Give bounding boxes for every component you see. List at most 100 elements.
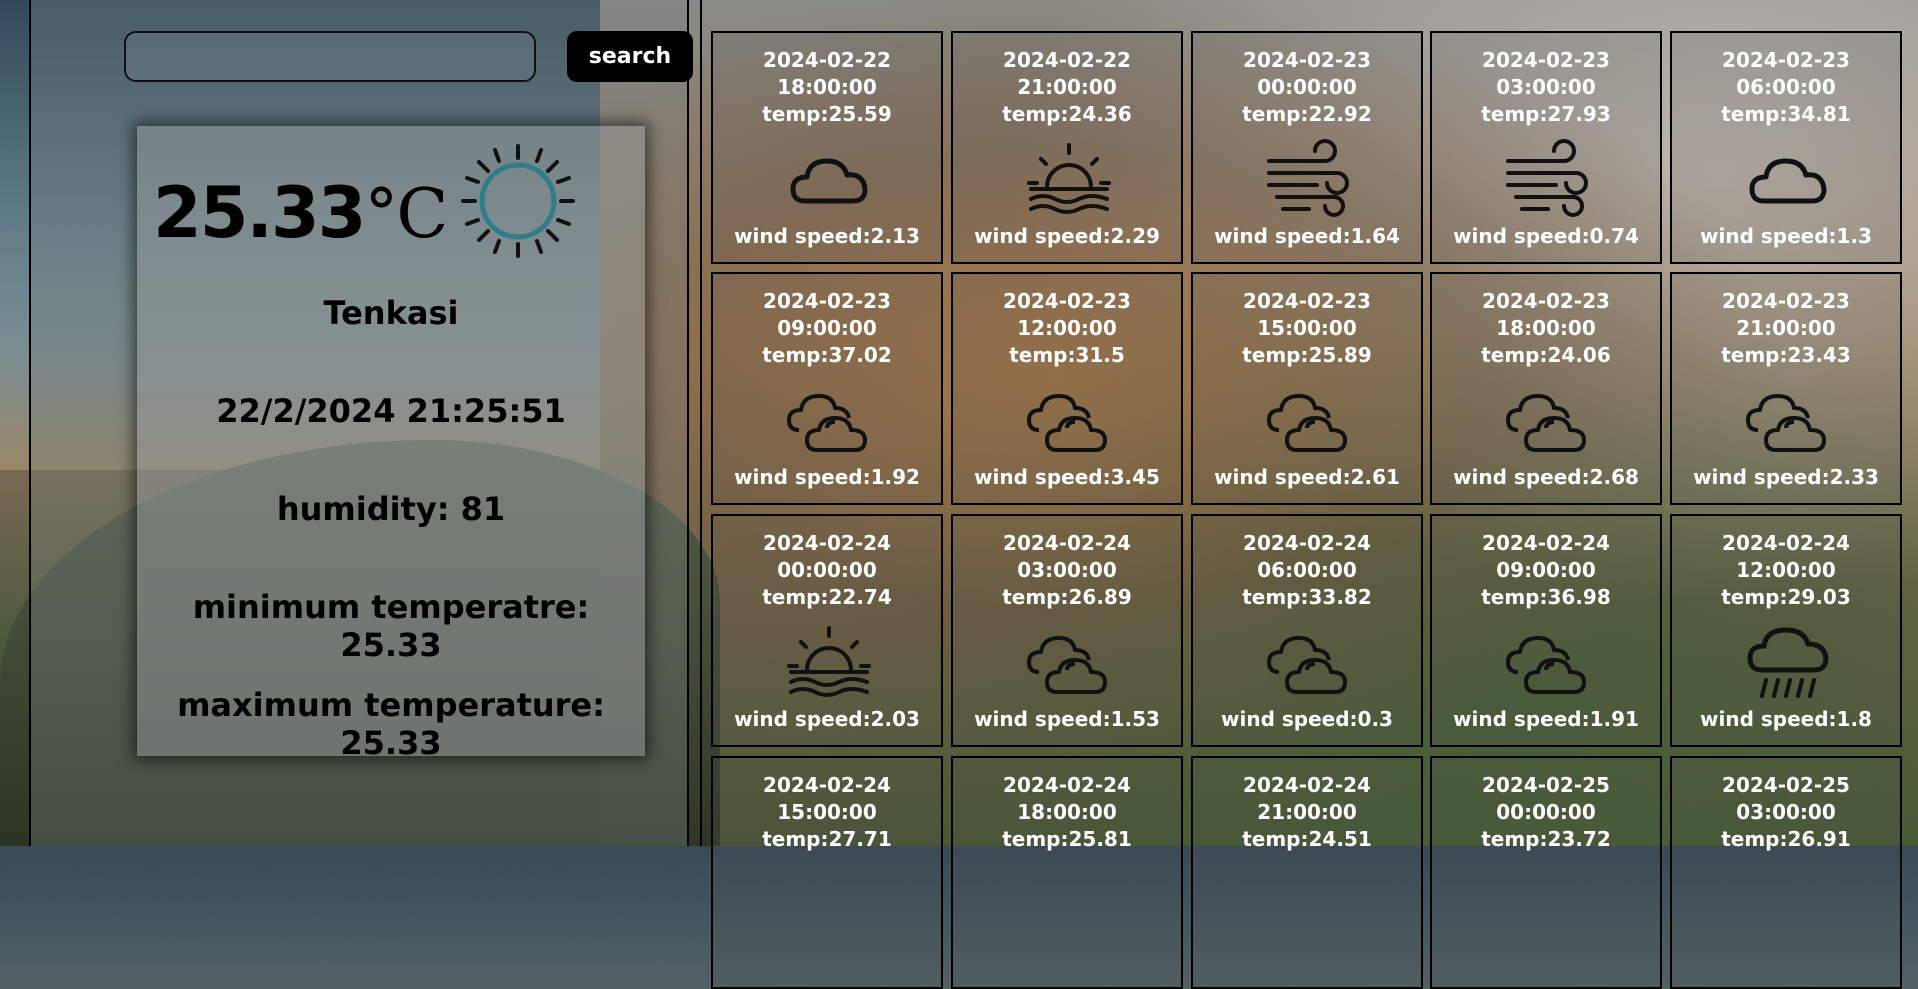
wind-icon [1506, 139, 1588, 217]
forecast-wind-speed: wind speed:1.92 [734, 465, 920, 489]
sunset-icon [1027, 143, 1111, 214]
current-temperature: 25.33°C [153, 172, 448, 254]
forecast-temp: temp:36.98 [1481, 585, 1611, 609]
forecast-date: 2024-02-24 [1003, 531, 1131, 555]
forecast-time: 12:00:00 [1736, 558, 1836, 582]
forecast-temp: temp:24.06 [1481, 343, 1611, 367]
forecast-wind-speed: wind speed:1.8 [1700, 707, 1872, 731]
clouds-icon [1027, 394, 1107, 452]
forecast-temp: temp:24.36 [1002, 102, 1132, 126]
forecast-wind-speed: wind speed:2.33 [1693, 465, 1879, 489]
clouds-icon [1267, 394, 1347, 452]
forecast-cell: 2024-02-22 18:00:00 temp:25.59 wind speed:2… [711, 31, 943, 264]
forecast-wind-speed: wind speed:2.29 [974, 224, 1160, 248]
forecast-temp: temp:25.81 [1002, 827, 1132, 851]
forecast-time: 18:00:00 [777, 75, 877, 99]
forecast-wind-speed: wind speed:2.61 [1214, 465, 1400, 489]
forecast-cell: 2024-02-23 03:00:00 temp:27.93 wind speed:0… [1430, 31, 1662, 264]
search-input[interactable] [124, 31, 536, 82]
forecast-temp: temp:23.72 [1481, 827, 1611, 851]
forecast-cell: 2024-02-24 18:00:00 temp:25.81 [951, 756, 1183, 989]
clouds-icon [1267, 636, 1347, 694]
clouds-icon [787, 394, 867, 452]
forecast-cell: 2024-02-24 00:00:00 temp:22.74 wind speed:2… [711, 514, 943, 747]
forecast-panel: 2024-02-22 18:00:00 temp:25.59 wind speed:2… [700, 0, 1918, 989]
forecast-cell: 2024-02-23 09:00:00 temp:37.02 wind speed:1… [711, 272, 943, 505]
forecast-date: 2024-02-24 [1003, 773, 1131, 797]
forecast-cell: 2024-02-24 09:00:00 temp:36.98 wind speed:1… [1430, 514, 1662, 747]
clouds-icon [1027, 636, 1107, 694]
sun-icon [461, 144, 575, 258]
forecast-time: 15:00:00 [777, 800, 877, 824]
forecast-wind-speed: wind speed:1.53 [974, 707, 1160, 731]
forecast-wind-speed: wind speed:3.45 [974, 465, 1160, 489]
forecast-time: 12:00:00 [1017, 316, 1117, 340]
forecast-time: 21:00:00 [1736, 316, 1836, 340]
forecast-cell: 2024-02-24 03:00:00 temp:26.89 wind speed:1… [951, 514, 1183, 747]
max-temperature: maximum temperature: 25.33 [177, 686, 605, 762]
temperature-unit: °C [364, 175, 448, 254]
cloud-icon [1749, 158, 1827, 204]
forecast-time: 03:00:00 [1017, 558, 1117, 582]
min-temperature: minimum temperatre: 25.33 [192, 588, 590, 664]
forecast-time: 09:00:00 [1496, 558, 1596, 582]
sunset-icon [787, 626, 871, 697]
clouds-icon [1506, 394, 1586, 452]
forecast-wind-speed: wind speed:0.74 [1453, 224, 1639, 248]
clouds-icon [1506, 636, 1586, 694]
forecast-date: 2024-02-22 [1003, 48, 1131, 72]
forecast-time: 00:00:00 [1496, 800, 1596, 824]
forecast-cell: 2024-02-23 18:00:00 temp:24.06 wind speed:2… [1430, 272, 1662, 505]
forecast-date: 2024-02-24 [1243, 531, 1371, 555]
forecast-date: 2024-02-24 [763, 531, 891, 555]
forecast-temp: temp:26.91 [1721, 827, 1851, 851]
current-datetime: 22/2/2024 21:25:51 [216, 392, 566, 430]
forecast-time: 21:00:00 [1257, 800, 1357, 824]
city-name: Tenkasi [323, 294, 459, 332]
forecast-date: 2024-02-23 [1482, 289, 1610, 313]
forecast-temp: temp:25.89 [1242, 343, 1372, 367]
forecast-cell: 2024-02-25 00:00:00 temp:23.72 [1430, 756, 1662, 989]
forecast-date: 2024-02-23 [1243, 48, 1371, 72]
forecast-date: 2024-02-23 [1003, 289, 1131, 313]
forecast-date: 2024-02-23 [763, 289, 891, 313]
forecast-wind-speed: wind speed:1.3 [1700, 224, 1872, 248]
forecast-wind-speed: wind speed:2.68 [1453, 465, 1639, 489]
forecast-temp: temp:26.89 [1002, 585, 1132, 609]
forecast-temp: temp:25.59 [762, 102, 892, 126]
forecast-date: 2024-02-22 [763, 48, 891, 72]
forecast-temp: temp:29.03 [1721, 585, 1851, 609]
forecast-date: 2024-02-25 [1722, 773, 1850, 797]
forecast-date: 2024-02-23 [1482, 48, 1610, 72]
cloud-icon [790, 158, 868, 204]
forecast-cell: 2024-02-23 00:00:00 temp:22.92 wind speed:1… [1191, 31, 1423, 264]
forecast-cell: 2024-02-23 12:00:00 temp:31.5 wind speed:3.… [951, 272, 1183, 505]
forecast-date: 2024-02-25 [1482, 773, 1610, 797]
forecast-temp: temp:27.93 [1481, 102, 1611, 126]
humidity-value: humidity: 81 [276, 490, 506, 528]
forecast-cell: 2024-02-23 21:00:00 temp:23.43 wind speed:2… [1670, 272, 1902, 505]
forecast-wind-speed: wind speed:0.3 [1221, 707, 1393, 731]
forecast-date: 2024-02-23 [1243, 289, 1371, 313]
forecast-time: 15:00:00 [1257, 316, 1357, 340]
forecast-time: 09:00:00 [777, 316, 877, 340]
forecast-temp: temp:27.71 [762, 827, 892, 851]
forecast-date: 2024-02-24 [1482, 531, 1610, 555]
forecast-cell: 2024-02-24 15:00:00 temp:27.71 [711, 756, 943, 989]
forecast-time: 21:00:00 [1017, 75, 1117, 99]
forecast-time: 18:00:00 [1017, 800, 1117, 824]
forecast-date: 2024-02-23 [1722, 289, 1850, 313]
forecast-time: 03:00:00 [1736, 800, 1836, 824]
forecast-temp: temp:33.82 [1242, 585, 1372, 609]
forecast-temp: temp:24.51 [1242, 827, 1372, 851]
forecast-cell: 2024-02-22 21:00:00 temp:24.36 wind speed:2… [951, 31, 1183, 264]
forecast-temp: temp:22.74 [762, 585, 892, 609]
clouds-icon [1746, 394, 1826, 452]
forecast-cell: 2024-02-23 06:00:00 temp:34.81 wind speed:1… [1670, 31, 1902, 264]
forecast-wind-speed: wind speed:2.13 [734, 224, 920, 248]
forecast-date: 2024-02-24 [1722, 531, 1850, 555]
search-button[interactable]: search [567, 31, 693, 82]
forecast-temp: temp:22.92 [1242, 102, 1372, 126]
forecast-time: 03:00:00 [1496, 75, 1596, 99]
forecast-time: 00:00:00 [1257, 75, 1357, 99]
